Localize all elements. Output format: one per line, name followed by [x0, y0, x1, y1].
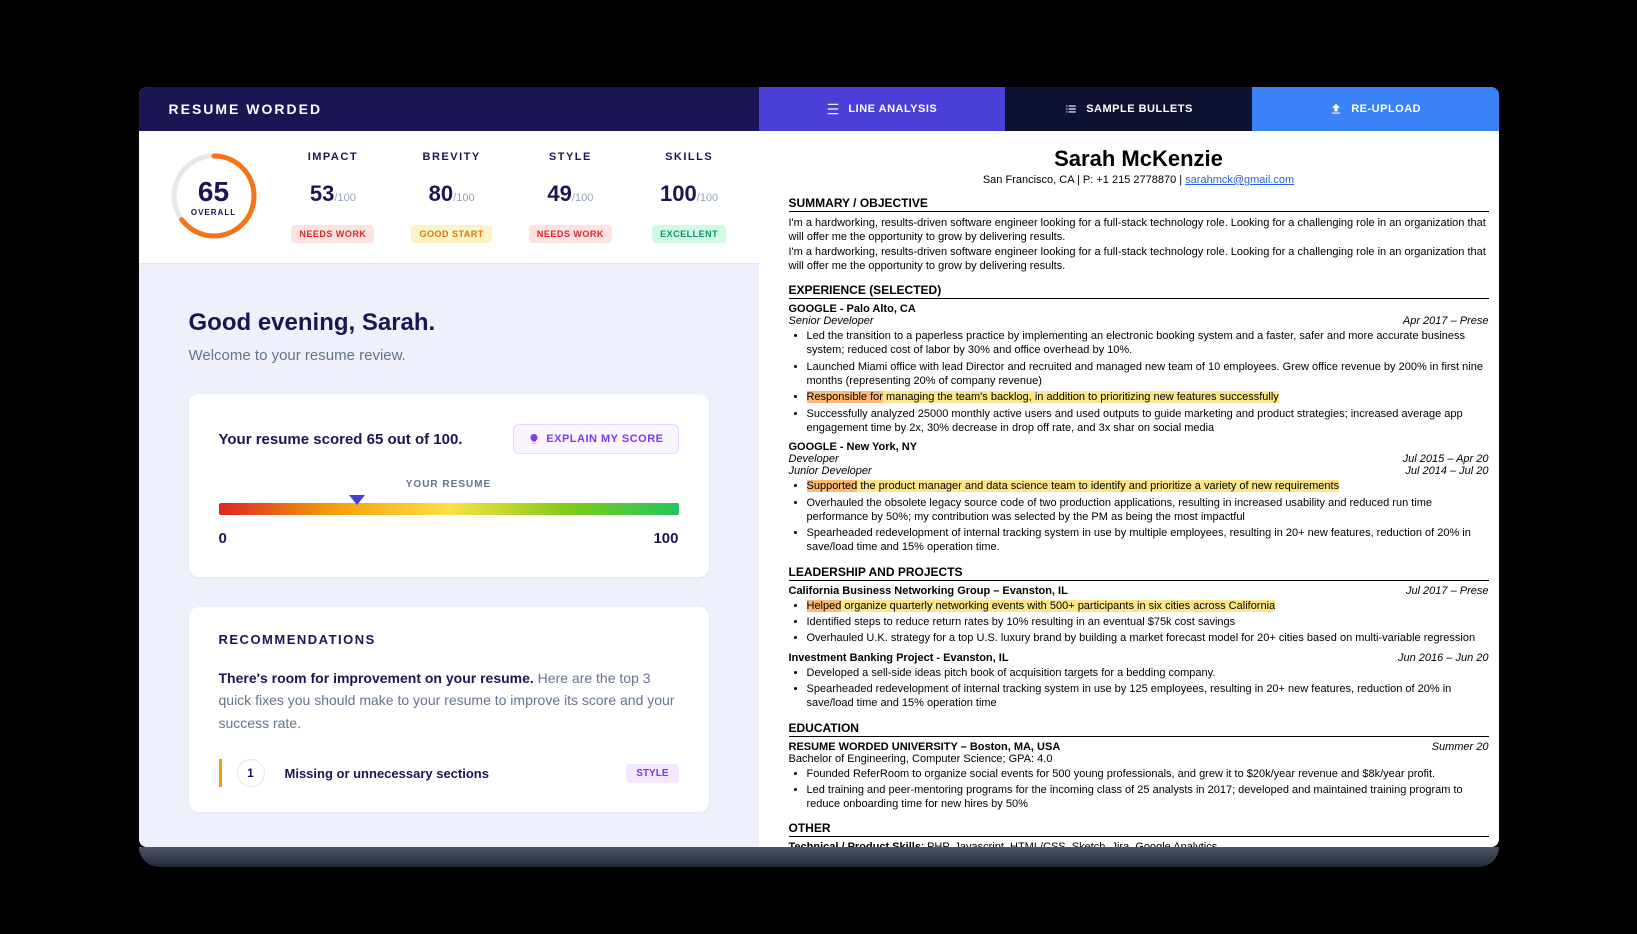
tab-sample-bullets[interactable]: SAMPLE BULLETS — [1005, 87, 1252, 131]
upload-icon — [1329, 102, 1343, 116]
score-brevity: BREVITY 80/100 GOOD START — [402, 151, 501, 243]
score-impact: IMPACT 53/100 NEEDS WORK — [284, 151, 383, 243]
score-skills: SKILLS 100/100 EXCELLENT — [640, 151, 739, 243]
tab-reupload[interactable]: RE-UPLOAD — [1252, 87, 1499, 131]
scores-row: 65 OVERALL IMPACT 53/100 NEEDS WORK BREV… — [139, 131, 759, 264]
score-gauge — [219, 503, 679, 515]
greeting-subtitle: Welcome to your resume review. — [189, 347, 709, 364]
score-style: STYLE 49/100 NEEDS WORK — [521, 151, 620, 243]
explain-score-button[interactable]: EXPLAIN MY SCORE — [513, 424, 678, 454]
tab-line-analysis[interactable]: LINE ANALYSIS — [759, 87, 1006, 131]
style-badge: STYLE — [626, 764, 678, 783]
recommendations-card: RECOMMENDATIONS There's room for improve… — [189, 607, 709, 812]
brand-logo: RESUME WORDED — [139, 87, 759, 131]
bulb-icon — [528, 433, 540, 445]
score-summary: Your resume scored 65 out of 100. — [219, 431, 463, 448]
recommendation-item[interactable]: 1 Missing or unnecessary sections STYLE — [219, 759, 679, 787]
list-icon — [1064, 102, 1078, 116]
score-card: Your resume scored 65 out of 100. EXPLAI… — [189, 394, 709, 577]
overall-score: 65 OVERALL — [169, 151, 259, 241]
email-link[interactable]: sarahmck@gmail.com — [1185, 174, 1294, 186]
analysis-icon — [826, 102, 840, 116]
resume-preview: Sarah McKenzie San Francisco, CA | P: +1… — [759, 131, 1499, 847]
greeting-title: Good evening, Sarah. — [189, 309, 709, 337]
